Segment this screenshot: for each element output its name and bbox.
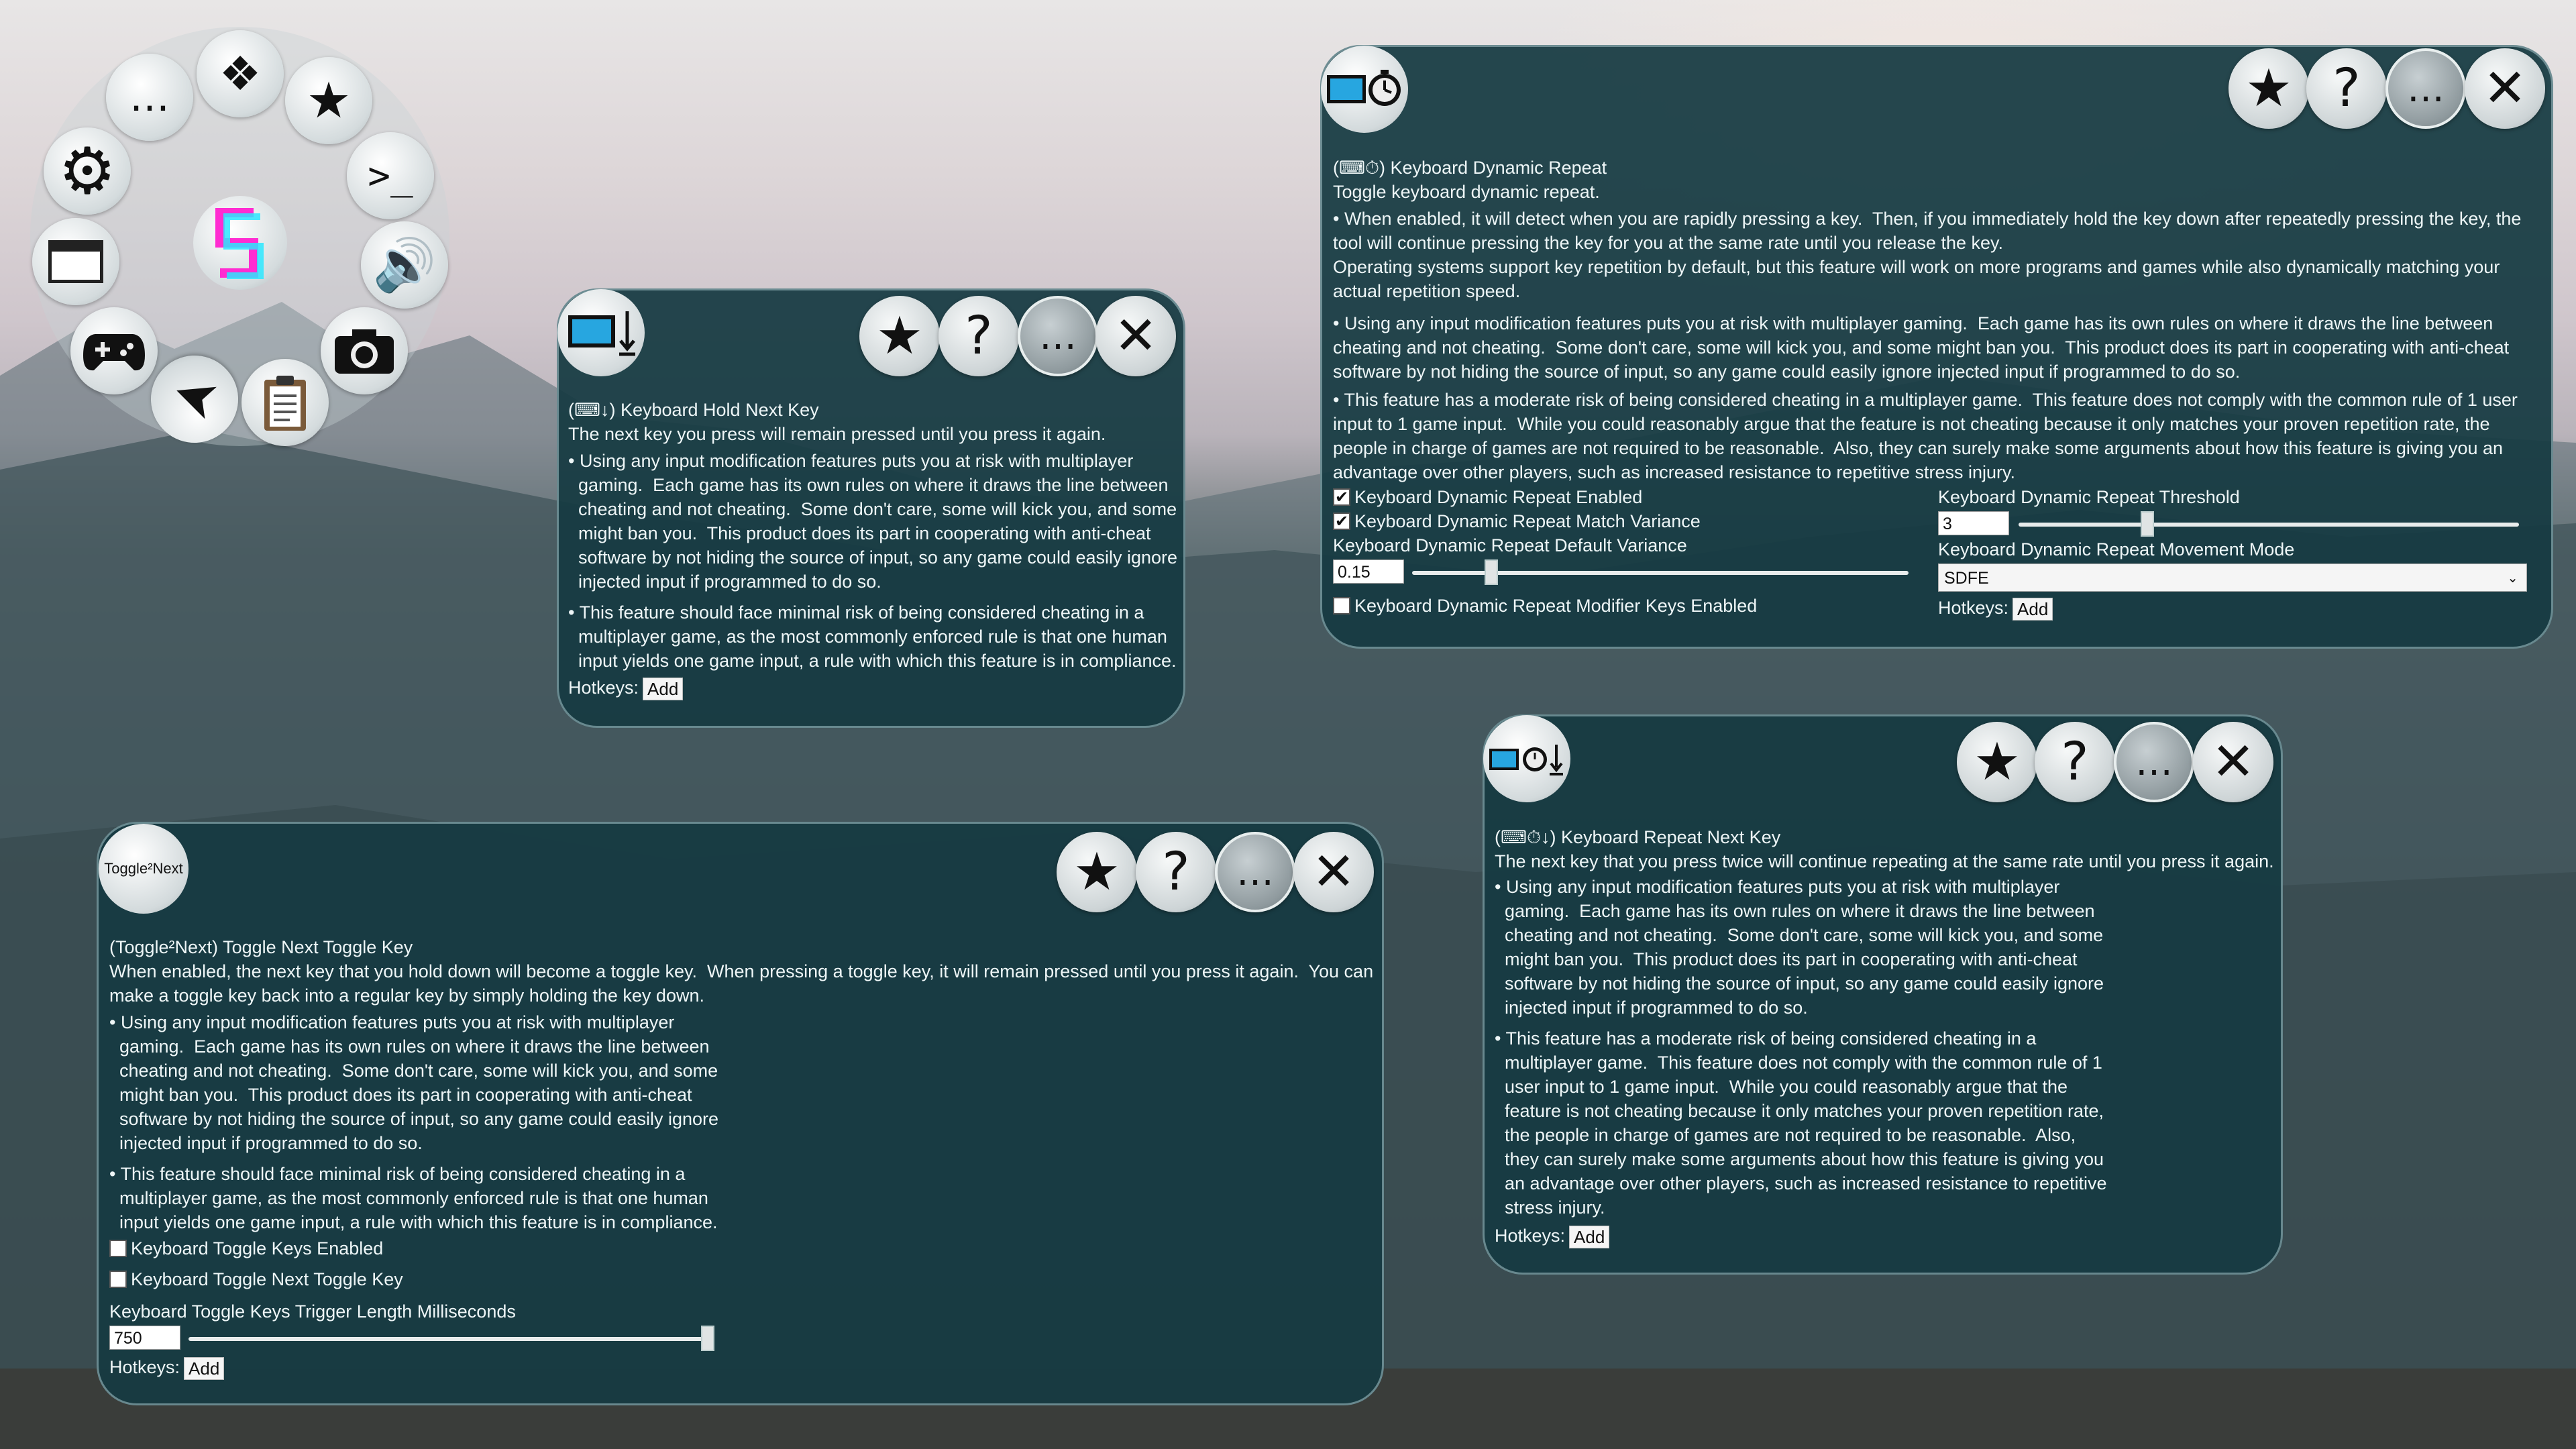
hotkeys-row: Hotkeys: Add — [109, 1355, 225, 1380]
hold-next-key-panel: ★ ? … ✕ (⌨↓) Keyboard Hold Next Key The … — [557, 288, 1185, 728]
clipboard-icon[interactable] — [241, 359, 329, 446]
threshold-slider-track[interactable] — [2019, 523, 2519, 527]
add-hotkey-button[interactable]: Add — [643, 677, 684, 700]
warning-multiplayer: • Using any input modification features … — [109, 1012, 719, 1153]
more-options-button[interactable]: … — [2385, 48, 2466, 129]
default-variance-input[interactable]: 0.15 — [1333, 559, 1404, 584]
modifier-keys-checkbox-row[interactable]: Keyboard Dynamic Repeat Modifier Keys En… — [1333, 594, 1757, 617]
threshold-label: Keyboard Dynamic Repeat Threshold — [1938, 487, 2240, 507]
panel-title: (⌨⏱↓) Keyboard Repeat Next Key — [1495, 827, 1781, 847]
warning-risk: • This feature should face minimal risk … — [568, 602, 1177, 671]
movement-mode-label: Keyboard Dynamic Repeat Movement Mode — [1938, 539, 2295, 559]
toggle-keys-enabled-checkbox[interactable] — [109, 1240, 127, 1257]
terminal-icon[interactable]: >_ — [347, 132, 434, 219]
close-button[interactable]: ✕ — [2465, 48, 2545, 129]
movement-mode-dropdown[interactable]: SDFE ⌄ — [1938, 564, 2527, 592]
dynamic-repeat-panel: ★ ? … ✕ (⌨⏱) Keyboard Dynamic Repeat Tog… — [1320, 45, 2553, 649]
trigger-length-slider-track[interactable] — [189, 1337, 714, 1341]
settings-icon[interactable]: ⚙ — [44, 127, 131, 215]
hotkeys-row: Hotkeys: Add — [1495, 1224, 1610, 1248]
close-button[interactable]: ✕ — [2193, 722, 2273, 802]
toggle-next-toggle-key-panel: Toggle²Next ★ ? … ✕ (Toggle²Next) Toggle… — [97, 822, 1384, 1405]
hotkeys-label: Hotkeys: — [568, 678, 639, 698]
panel-description: The next key that you press twice will c… — [1495, 851, 2274, 871]
hotkeys-row: Hotkeys: Add — [1938, 596, 2053, 621]
panel-description: Toggle keyboard dynamic repeat. — [1333, 182, 1600, 202]
favorite-star-button[interactable]: ★ — [859, 296, 940, 376]
hotkeys-label: Hotkeys: — [1938, 598, 2009, 618]
panel-title: (Toggle²Next) Toggle Next Toggle Key — [109, 937, 413, 957]
threshold-input[interactable]: 3 — [1938, 511, 2009, 535]
toggle-next-icon-text: Toggle²Next — [104, 860, 183, 877]
panel-description: When enabled, the next key that you hold… — [109, 961, 1374, 1006]
modifier-keys-checkbox[interactable] — [1333, 597, 1350, 614]
match-variance-checkbox[interactable]: ✔ — [1333, 513, 1350, 530]
keyboard-hold-icon — [557, 289, 645, 376]
repeat-next-key-panel: ★ ? … ✕ (⌨⏱↓) Keyboard Repeat Next Key T… — [1483, 714, 2283, 1275]
keyboard-repeat-next-icon — [1483, 715, 1570, 802]
favorite-star-button[interactable]: ★ — [2229, 48, 2309, 129]
star-icon[interactable]: ★ — [285, 57, 372, 144]
feature-details: • When enabled, it will detect when you … — [1333, 209, 2522, 301]
camera-icon[interactable] — [321, 307, 408, 394]
close-button[interactable]: ✕ — [1293, 832, 1374, 912]
toggle-keys-enabled-label: Keyboard Toggle Keys Enabled — [131, 1238, 384, 1258]
favorite-star-button[interactable]: ★ — [1057, 832, 1137, 912]
speaker-icon[interactable]: 🔊 — [361, 221, 448, 309]
dpad-icon[interactable]: ❖ — [197, 30, 284, 117]
trigger-length-label: Keyboard Toggle Keys Trigger Length Mill… — [109, 1301, 516, 1322]
more-options-button[interactable]: … — [2114, 722, 2194, 802]
movement-mode-value: SDFE — [1944, 569, 1989, 588]
gamepad-icon[interactable] — [70, 307, 158, 394]
toggle-keys-enabled-row[interactable]: Keyboard Toggle Keys Enabled — [109, 1237, 383, 1260]
warning-risk: • This feature has a moderate risk of be… — [1495, 1028, 2107, 1218]
enabled-checkbox[interactable]: ✔ — [1333, 488, 1350, 506]
help-button[interactable]: ? — [2306, 48, 2387, 129]
match-variance-checkbox-row[interactable]: ✔ Keyboard Dynamic Repeat Match Variance — [1333, 510, 1701, 533]
modifier-keys-label: Keyboard Dynamic Repeat Modifier Keys En… — [1354, 596, 1758, 616]
warning-multiplayer: • Using any input modification features … — [568, 451, 1178, 592]
enabled-checkbox-row[interactable]: ✔ Keyboard Dynamic Repeat Enabled — [1333, 486, 1642, 508]
trigger-length-slider-thumb[interactable] — [701, 1326, 714, 1351]
warning-multiplayer: • Using any input modification features … — [1495, 877, 2104, 1018]
trigger-length-input[interactable]: 750 — [109, 1326, 180, 1350]
enabled-label: Keyboard Dynamic Repeat Enabled — [1354, 487, 1643, 507]
more-options-button[interactable]: … — [1215, 832, 1295, 912]
help-button[interactable]: ? — [1136, 832, 1216, 912]
panel-description: The next key you press will remain press… — [568, 424, 1106, 444]
add-hotkey-button[interactable]: Add — [1569, 1225, 1610, 1248]
keyboard-repeat-icon — [1321, 46, 1408, 133]
help-button[interactable]: ? — [938, 296, 1019, 376]
toggle-next-toggle-key-row[interactable]: Keyboard Toggle Next Toggle Key — [109, 1268, 403, 1291]
app-logo[interactable] — [193, 196, 287, 290]
panel-title: (⌨⏱) Keyboard Dynamic Repeat — [1333, 158, 1607, 178]
close-button[interactable]: ✕ — [1095, 296, 1176, 376]
more-options-button[interactable]: … — [1018, 296, 1098, 376]
warning-risk: • This feature should face minimal risk … — [109, 1164, 718, 1232]
hotkeys-row: Hotkeys: Add — [568, 676, 684, 700]
panel-title: (⌨↓) Keyboard Hold Next Key — [568, 400, 819, 420]
add-hotkey-button[interactable]: Add — [184, 1356, 225, 1380]
hotkeys-label: Hotkeys: — [1495, 1226, 1566, 1246]
default-variance-slider-thumb[interactable] — [1485, 559, 1498, 585]
toggle-next-toggle-key-label: Keyboard Toggle Next Toggle Key — [131, 1269, 403, 1289]
window-icon[interactable] — [32, 218, 119, 305]
warning-risk: • This feature has a moderate risk of be… — [1333, 390, 2518, 482]
threshold-slider-thumb[interactable] — [2140, 511, 2154, 537]
default-variance-label: Keyboard Dynamic Repeat Default Variance — [1333, 535, 1687, 555]
chevron-down-icon: ⌄ — [2507, 571, 2518, 586]
help-button[interactable]: ? — [2035, 722, 2115, 802]
more-icon[interactable]: … — [106, 54, 193, 141]
toggle-next-icon: Toggle²Next — [99, 824, 189, 914]
hotkeys-label: Hotkeys: — [109, 1357, 180, 1377]
add-hotkey-button[interactable]: Add — [2012, 597, 2053, 621]
warning-multiplayer: • Using any input modification features … — [1333, 313, 2510, 382]
match-variance-label: Keyboard Dynamic Repeat Match Variance — [1354, 511, 1701, 531]
toggle-next-toggle-key-checkbox[interactable] — [109, 1271, 127, 1288]
favorite-star-button[interactable]: ★ — [1957, 722, 2037, 802]
